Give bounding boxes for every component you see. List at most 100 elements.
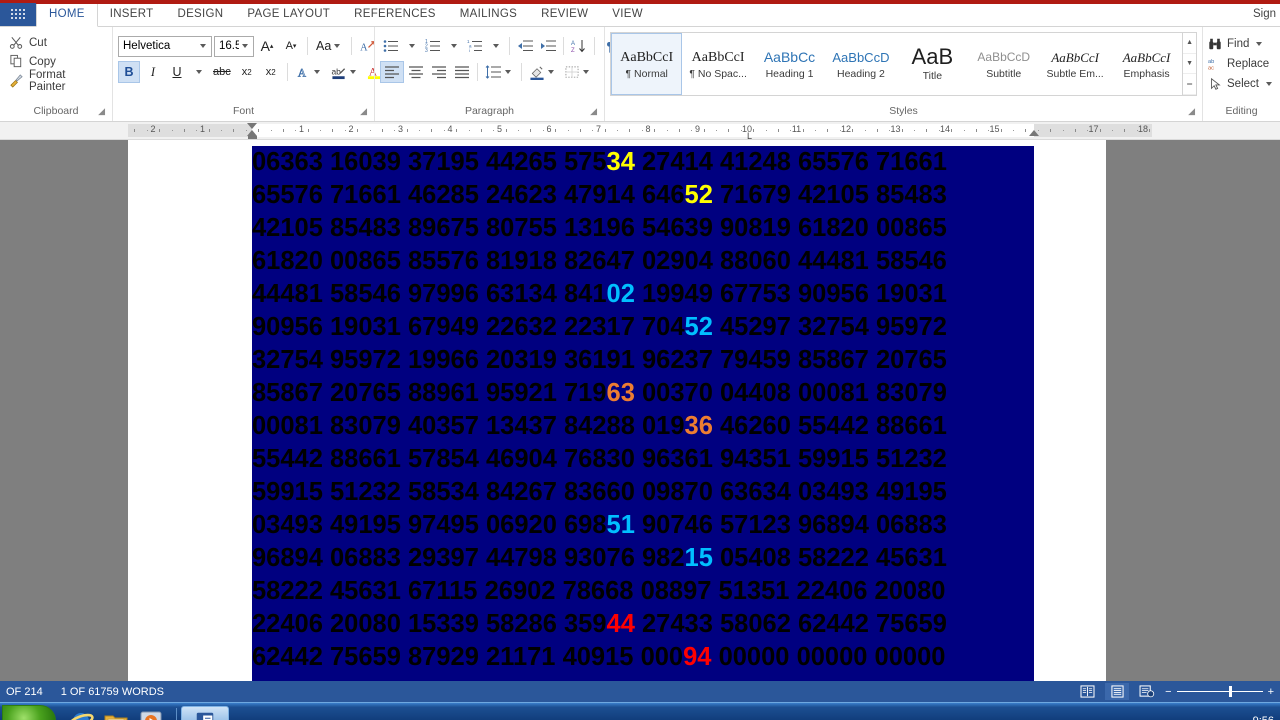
internet-explorer-icon[interactable]: e <box>68 708 94 720</box>
decrease-indent-button[interactable] <box>514 35 536 57</box>
align-right-button[interactable] <box>428 61 450 83</box>
style-title[interactable]: AaB Title <box>897 33 968 95</box>
document-line[interactable]: 59915 51232 58534 84267 83660 09870 6363… <box>252 476 1034 509</box>
text-highlight-color-button[interactable]: ab <box>328 61 362 83</box>
font-name-combo[interactable]: Helvetica <box>118 36 212 57</box>
folder-icon[interactable] <box>103 708 129 720</box>
style-normal[interactable]: AaBbCcI ¶ Normal <box>611 33 682 95</box>
document-line[interactable]: 90956 19031 67949 22632 22317 70452 4529… <box>252 311 1034 344</box>
right-indent-marker[interactable] <box>1029 130 1039 136</box>
subscript-button[interactable]: x2 <box>236 61 258 83</box>
tab-page-layout[interactable]: PAGE LAYOUT <box>235 3 342 26</box>
bullets-button[interactable] <box>380 35 402 57</box>
document-line[interactable]: 00081 83079 40357 13437 84288 01936 4626… <box>252 410 1034 443</box>
borders-button[interactable] <box>561 61 595 83</box>
italic-button[interactable]: I <box>142 61 164 83</box>
document-line[interactable]: 03493 49195 97495 06920 69851 90746 5712… <box>252 509 1034 542</box>
document-line[interactable]: 85867 20765 88961 95921 71963 00370 0440… <box>252 377 1034 410</box>
grow-font-button[interactable]: A▴ <box>256 35 278 57</box>
tab-stop-marker[interactable]: L <box>747 131 752 140</box>
word-count-status[interactable]: 1 OF 61759 WORDS <box>61 686 164 698</box>
multilevel-dropdown[interactable] <box>487 35 505 57</box>
font-dialog-launcher[interactable]: ◢ <box>360 104 367 119</box>
multilevel-list-button[interactable]: 1ai <box>464 35 486 57</box>
zoom-track[interactable] <box>1177 691 1263 692</box>
numbering-dropdown[interactable] <box>445 35 463 57</box>
underline-dropdown[interactable] <box>190 61 208 83</box>
web-layout-icon[interactable] <box>1135 683 1159 700</box>
styles-more-icon[interactable]: ═ <box>1183 74 1196 95</box>
first-line-indent-marker[interactable] <box>247 123 257 129</box>
document-line[interactable]: 44481 58546 97996 63134 84102 19949 6775… <box>252 278 1034 311</box>
text-effects-button[interactable]: A <box>293 61 326 83</box>
format-painter-button[interactable]: Format Painter <box>5 71 107 90</box>
print-layout-icon[interactable] <box>1105 683 1129 700</box>
style-heading-2[interactable]: AaBbCcD Heading 2 <box>825 33 896 95</box>
underline-button[interactable]: U <box>166 61 188 83</box>
document-line[interactable]: 32754 95972 19966 20319 36191 96237 7945… <box>252 344 1034 377</box>
line-spacing-button[interactable] <box>482 61 517 83</box>
select-button[interactable]: Select <box>1208 74 1275 94</box>
zoom-thumb[interactable] <box>1229 686 1232 697</box>
tab-insert[interactable]: INSERT <box>98 3 166 26</box>
tab-review[interactable]: REVIEW <box>529 3 600 26</box>
divider <box>509 37 510 55</box>
shading-button[interactable] <box>526 61 560 83</box>
tab-mailings[interactable]: MAILINGS <box>448 3 529 26</box>
bullets-dropdown[interactable] <box>403 35 421 57</box>
superscript-button[interactable]: x2 <box>260 61 282 83</box>
styles-dialog-launcher[interactable]: ◢ <box>1188 104 1195 119</box>
page-number-status[interactable]: OF 214 <box>6 686 43 698</box>
zoom-in-button[interactable]: + <box>1268 686 1274 698</box>
start-orb-icon[interactable] <box>2 705 56 720</box>
strikethrough-button[interactable]: abc <box>210 61 234 83</box>
cut-button[interactable]: Cut <box>5 33 107 52</box>
selected-text-block[interactable]: 06363 16039 37195 44265 57534 27414 4124… <box>252 146 1034 681</box>
replace-button[interactable]: abac Replace <box>1208 54 1275 74</box>
sign-in-link[interactable]: Sign <box>1253 8 1276 20</box>
style-subtle-emphasis[interactable]: AaBbCcI Subtle Em... <box>1039 33 1110 95</box>
justify-button[interactable] <box>451 61 473 83</box>
tab-references[interactable]: REFERENCES <box>342 3 448 26</box>
media-player-icon[interactable] <box>138 708 164 720</box>
styles-gallery-scrollbar[interactable]: ▲ ▼ ═ <box>1182 33 1196 95</box>
tab-design[interactable]: DESIGN <box>165 3 235 26</box>
taskbar-clock[interactable]: 9:56 <box>1253 715 1274 720</box>
document-line[interactable]: 61820 00865 85576 81918 82647 02904 8806… <box>252 245 1034 278</box>
font-size-combo[interactable]: 16.5 <box>214 36 254 57</box>
style-heading-1[interactable]: AaBbCc Heading 1 <box>754 33 825 95</box>
scroll-down-icon[interactable]: ▼ <box>1183 54 1196 75</box>
style-emphasis[interactable]: AaBbCcI Emphasis <box>1111 33 1182 95</box>
align-center-button[interactable] <box>405 61 427 83</box>
align-left-button[interactable] <box>380 61 404 83</box>
document-line[interactable]: 06363 16039 37195 44265 57534 27414 4124… <box>252 146 1034 179</box>
zoom-out-button[interactable]: − <box>1165 686 1171 698</box>
find-button[interactable]: Find <box>1208 34 1275 54</box>
document-line[interactable]: 42105 85483 89675 80755 13196 54639 9081… <box>252 212 1034 245</box>
style-subtitle[interactable]: AaBbCcD Subtitle <box>968 33 1039 95</box>
change-case-button[interactable]: Aa <box>313 35 346 57</box>
styles-gallery[interactable]: AaBbCcI ¶ Normal AaBbCcI ¶ No Spac... Aa… <box>610 32 1197 96</box>
document-line[interactable]: 55442 88661 57854 46904 76830 96361 9435… <box>252 443 1034 476</box>
clipboard-dialog-launcher[interactable]: ◢ <box>98 104 105 119</box>
document-line[interactable]: 58222 45631 67115 26902 78668 08897 5135… <box>252 575 1034 608</box>
tab-home[interactable]: HOME <box>36 2 98 27</box>
increase-indent-button[interactable] <box>537 35 559 57</box>
scroll-up-icon[interactable]: ▲ <box>1183 33 1196 54</box>
sort-button[interactable]: AZ <box>568 35 590 57</box>
numbering-button[interactable]: 123 <box>422 35 444 57</box>
shrink-font-button[interactable]: A▾ <box>280 35 302 57</box>
word-taskbar-icon[interactable] <box>181 706 229 720</box>
ruler-tick-label: 17 <box>1088 124 1098 134</box>
bold-button[interactable]: B <box>118 61 140 83</box>
tab-view[interactable]: VIEW <box>600 3 655 26</box>
paragraph-dialog-launcher[interactable]: ◢ <box>590 104 597 119</box>
style-no-spacing[interactable]: AaBbCcI ¶ No Spac... <box>682 33 753 95</box>
document-line[interactable]: 65576 71661 46285 24623 47914 64652 7167… <box>252 179 1034 212</box>
document-line[interactable]: 62442 75659 87929 21171 40915 00094 0000… <box>252 641 1034 674</box>
document-line[interactable]: 96894 06883 29397 44798 93076 98215 0540… <box>252 542 1034 575</box>
horizontal-ruler[interactable]: 211234567891011121314151718L <box>0 122 1280 140</box>
zoom-slider[interactable]: − + <box>1165 686 1274 698</box>
read-mode-icon[interactable] <box>1075 683 1099 700</box>
document-line[interactable]: 22406 20080 15339 58286 35944 27433 5806… <box>252 608 1034 641</box>
